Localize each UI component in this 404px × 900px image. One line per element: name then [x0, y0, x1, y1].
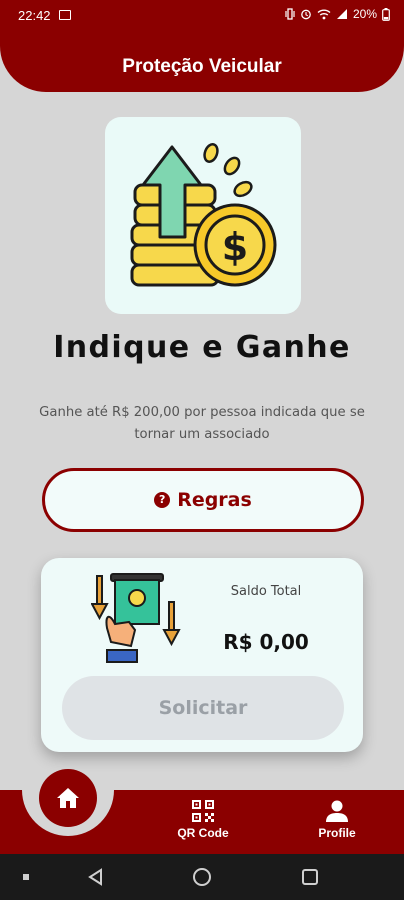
page-header-title: Proteção Veicular	[122, 56, 282, 77]
status-time: 22:42	[18, 8, 51, 23]
app-header: 22:42 20% Proteção Veicular	[0, 0, 404, 92]
overview-square-icon[interactable]	[296, 854, 324, 900]
nav-item-profile[interactable]: Profile	[302, 800, 372, 840]
nav-home-button[interactable]	[39, 769, 97, 827]
nav-label-qr-code: QR Code	[177, 826, 229, 840]
alarm-icon	[301, 9, 311, 20]
wifi-icon	[317, 9, 331, 20]
home-icon	[57, 788, 79, 808]
nav-label-profile: Profile	[318, 826, 356, 840]
bottom-navigation: QR Code Profile	[0, 764, 404, 854]
coins-arrow-up-illustration: $	[130, 143, 277, 287]
home-circle-icon[interactable]	[188, 854, 216, 900]
rules-button-label: Regras	[177, 489, 252, 511]
image-icon	[59, 10, 71, 20]
cash-withdraw-illustration	[91, 573, 181, 663]
system-navigation-bar	[0, 854, 404, 900]
signal-icon	[336, 9, 347, 19]
balance-label: Saldo Total	[230, 584, 302, 599]
status-bar: 22:42 20%	[0, 0, 404, 32]
rules-button[interactable]: ? Regras	[42, 468, 364, 532]
vibrate-icon	[285, 8, 295, 20]
coins-illustration-card: $	[105, 117, 301, 314]
balance-value: R$ 0,00	[223, 630, 309, 654]
request-withdrawal-button[interactable]: Solicitar	[62, 676, 344, 740]
recents-dot-icon[interactable]	[14, 854, 38, 900]
svg-text:$: $	[222, 225, 248, 269]
status-icons: 20%	[285, 7, 390, 21]
nav-item-qr-code[interactable]: QR Code	[168, 800, 238, 840]
battery-icon	[382, 7, 390, 21]
balance-card: Saldo Total R$ 0,00 Solicitar	[41, 558, 363, 752]
back-icon[interactable]	[82, 854, 108, 900]
person-icon	[326, 800, 348, 822]
battery-percent: 20%	[352, 7, 377, 21]
qr-code-icon	[192, 800, 214, 822]
page-title: Indique e Ganhe	[53, 330, 351, 365]
page-description: Ganhe até R$ 200,00 por pessoa indicada …	[39, 405, 365, 442]
question-circle-icon: ?	[154, 492, 171, 508]
